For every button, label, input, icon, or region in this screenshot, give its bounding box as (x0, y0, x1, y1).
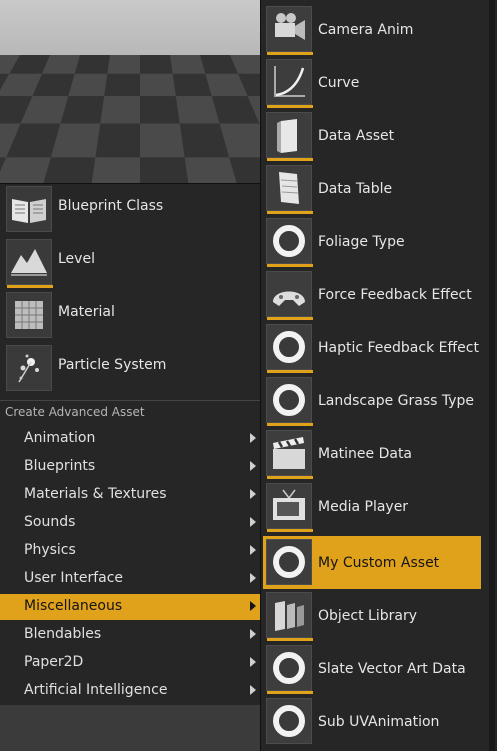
category-label: Sounds (24, 514, 76, 530)
submenu-item-data-table[interactable]: Data Table (261, 162, 497, 215)
asset-label: Level (58, 251, 95, 267)
submenu-item-label: Camera Anim (318, 22, 414, 38)
asset-material[interactable]: Material (0, 290, 262, 343)
category-label: Miscellaneous (24, 598, 123, 614)
data-asset-icon (266, 112, 313, 161)
miscellaneous-submenu: Camera Anim Curve Data Asset Data Table … (260, 0, 497, 751)
category-artificial-intelligence[interactable]: Artificial Intelligence (0, 678, 262, 704)
blueprint-book-icon (6, 186, 52, 232)
submenu-item-label: Foliage Type (318, 234, 405, 250)
chevron-right-icon (250, 685, 256, 695)
submenu-item-label: Landscape Grass Type (318, 393, 475, 409)
category-blendables[interactable]: Blendables (0, 622, 262, 648)
ring-icon (266, 698, 312, 744)
submenu-item-label: Data Asset (318, 128, 395, 144)
submenu-item-camera-anim[interactable]: Camera Anim (261, 3, 497, 56)
curve-icon (266, 59, 313, 108)
submenu-item-label: Media Player (318, 499, 409, 515)
submenu-item-label: Data Table (318, 181, 393, 197)
camera-icon (266, 6, 313, 55)
category-paper2d[interactable]: Paper2D (0, 650, 262, 676)
create-asset-menu: Blueprint Class Level Material Particle … (0, 183, 262, 706)
chevron-right-icon (250, 657, 256, 667)
submenu-item-label: My Custom Asset (318, 555, 440, 571)
asset-label: Material (58, 304, 115, 320)
chevron-right-icon (250, 489, 256, 499)
submenu-item-curve[interactable]: Curve (261, 56, 497, 109)
submenu-item-landscape-grass-type[interactable]: Landscape Grass Type (261, 374, 497, 427)
chevron-right-icon (250, 629, 256, 639)
chevron-right-icon (250, 545, 256, 555)
category-label: User Interface (24, 570, 124, 586)
asset-particle-system[interactable]: Particle System (0, 343, 262, 396)
submenu-item-label: Matinee Data (318, 446, 413, 462)
asset-label: Blueprint Class (58, 198, 164, 214)
submenu-scrollbar[interactable] (489, 0, 495, 751)
asset-blueprint-class[interactable]: Blueprint Class (0, 184, 262, 237)
material-sphere-icon (6, 292, 52, 338)
category-miscellaneous[interactable]: Miscellaneous (0, 594, 262, 620)
submenu-item-my-custom-asset[interactable]: My Custom Asset (263, 536, 481, 589)
submenu-item-label: Force Feedback Effect (318, 287, 472, 303)
level-terrain-icon (6, 239, 53, 288)
section-title: Create Advanced Asset (5, 405, 145, 419)
submenu-item-media-player[interactable]: Media Player (261, 480, 497, 533)
submenu-item-label: Sub UVAnimation (318, 714, 440, 730)
submenu-item-sub-uvanimation[interactable]: Sub UVAnimation (261, 695, 497, 748)
ring-icon (266, 539, 312, 585)
object-library-icon (266, 592, 313, 641)
submenu-item-force-feedback-effect[interactable]: Force Feedback Effect (261, 268, 497, 321)
category-physics[interactable]: Physics (0, 538, 262, 564)
submenu-item-haptic-feedback-effect[interactable]: Haptic Feedback Effect (261, 321, 497, 374)
category-sounds[interactable]: Sounds (0, 510, 262, 536)
category-label: Blendables (24, 626, 102, 642)
category-materials-textures[interactable]: Materials & Textures (0, 482, 262, 508)
submenu-item-label: Slate Vector Art Data (318, 661, 466, 677)
ring-icon (266, 324, 313, 373)
submenu-item-label: Haptic Feedback Effect (318, 340, 479, 356)
television-icon (266, 483, 313, 532)
submenu-item-foliage-type[interactable]: Foliage Type (261, 215, 497, 268)
category-blueprints[interactable]: Blueprints (0, 454, 262, 480)
chevron-right-icon (250, 433, 256, 443)
submenu-item-object-library[interactable]: Object Library (261, 589, 497, 642)
submenu-item-data-asset[interactable]: Data Asset (261, 109, 497, 162)
chevron-right-icon (250, 517, 256, 527)
force-feedback-icon (266, 271, 313, 320)
section-divider (0, 400, 262, 401)
chevron-right-icon (250, 601, 256, 611)
checkered-floor (0, 55, 262, 183)
category-user-interface[interactable]: User Interface (0, 566, 262, 592)
asset-label: Particle System (58, 357, 167, 373)
chevron-right-icon (250, 461, 256, 471)
category-label: Artificial Intelligence (24, 682, 168, 698)
ring-icon (266, 218, 313, 267)
category-label: Materials & Textures (24, 486, 167, 502)
bottom-panel (0, 705, 262, 751)
category-animation[interactable]: Animation (0, 426, 262, 452)
asset-level[interactable]: Level (0, 237, 262, 290)
category-label: Paper2D (24, 654, 84, 670)
ring-icon (266, 377, 313, 426)
category-label: Physics (24, 542, 76, 558)
submenu-item-label: Curve (318, 75, 360, 91)
submenu-item-matinee-data[interactable]: Matinee Data (261, 427, 497, 480)
submenu-item-label: Object Library (318, 608, 417, 624)
clapperboard-icon (266, 430, 313, 479)
ring-icon (266, 645, 313, 694)
data-table-icon (266, 165, 313, 214)
category-label: Animation (24, 430, 96, 446)
chevron-right-icon (250, 573, 256, 583)
category-label: Blueprints (24, 458, 96, 474)
particle-burst-icon (6, 345, 52, 391)
level-viewport (0, 0, 262, 183)
submenu-item-slate-vector-art-data[interactable]: Slate Vector Art Data (261, 642, 497, 695)
